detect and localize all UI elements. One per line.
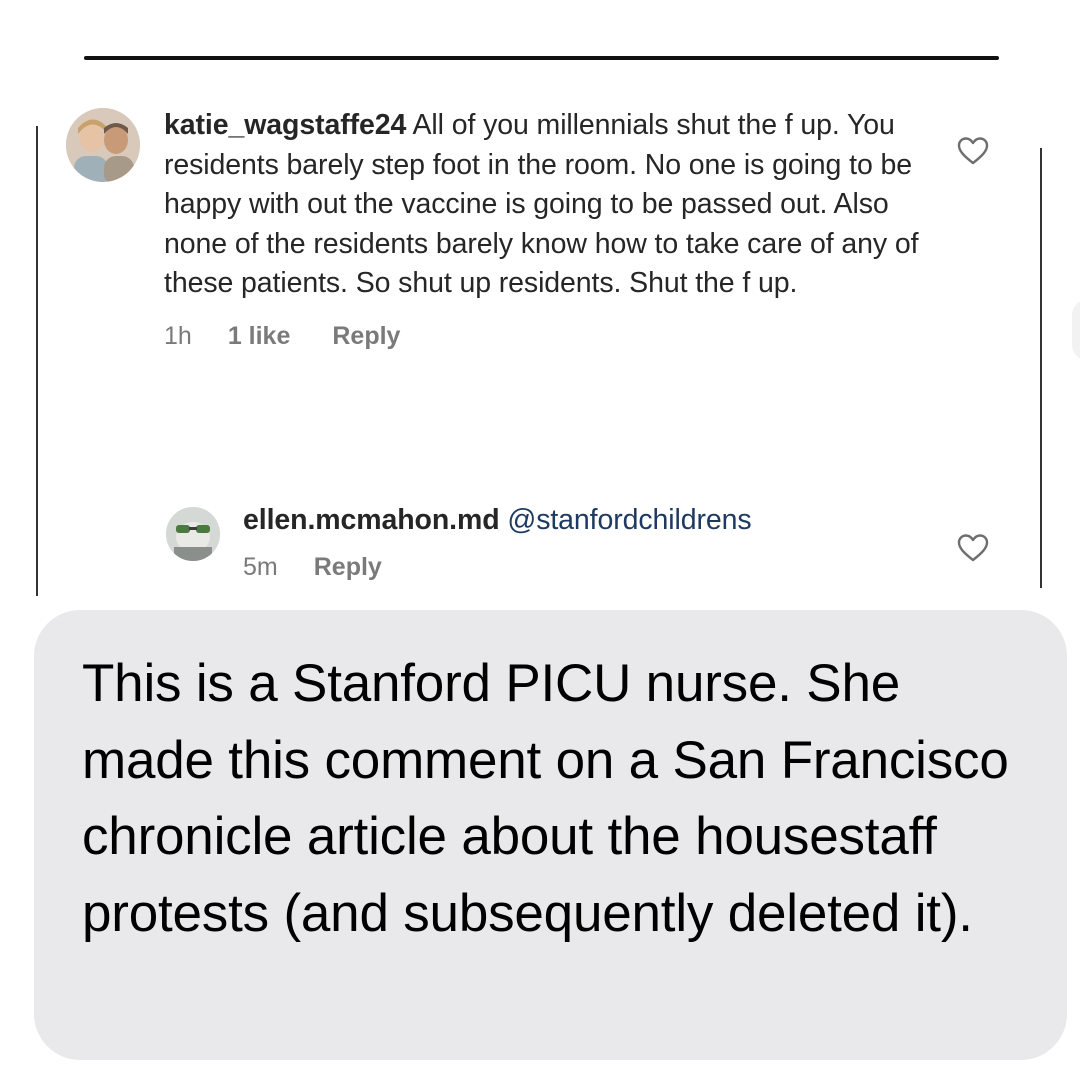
- instagram-comment-screenshot: katie_wagstaffe24 All of you millennials…: [36, 56, 1042, 601]
- message-bubble[interactable]: This is a Stanford PICU nurse. She made …: [34, 610, 1067, 1060]
- comment-time: 5m: [243, 552, 278, 581]
- reply-button[interactable]: Reply: [314, 553, 382, 582]
- avatar[interactable]: [166, 507, 220, 561]
- comment-meta: 1h 1 like Reply: [164, 322, 924, 351]
- comment-username[interactable]: ellen.mcmahon.md: [243, 504, 500, 536]
- avatar[interactable]: [66, 108, 140, 182]
- message-text: This is a Stanford PICU nurse. She made …: [82, 654, 1009, 943]
- comment-time: 1h: [164, 321, 192, 350]
- reply-button[interactable]: Reply: [332, 322, 400, 351]
- screenshot-right-border: [1040, 148, 1042, 588]
- comment-text: ellen.mcmahon.md @stanfordchildrens: [243, 501, 943, 541]
- heart-outline-icon[interactable]: [956, 533, 990, 563]
- screenshot-left-border: [36, 126, 38, 596]
- comment-text: katie_wagstaffe24 All of you millennials…: [164, 106, 924, 304]
- mention-link[interactable]: @stanfordchildrens: [507, 504, 751, 536]
- comment-body: ellen.mcmahon.md @stanfordchildrens 5m R…: [243, 501, 943, 582]
- heart-outline-icon[interactable]: [956, 136, 990, 166]
- comment-username[interactable]: katie_wagstaffe24: [164, 109, 406, 141]
- avatar-photo: [166, 507, 220, 561]
- screenshot-top-border: [84, 56, 999, 60]
- comment-meta: 5m Reply: [243, 553, 943, 582]
- comment-like-count[interactable]: 1 like: [228, 322, 291, 351]
- comment-body: katie_wagstaffe24 All of you millennials…: [164, 106, 924, 351]
- avatar-photo: [66, 108, 140, 182]
- scroll-edge-tab: [1072, 300, 1080, 360]
